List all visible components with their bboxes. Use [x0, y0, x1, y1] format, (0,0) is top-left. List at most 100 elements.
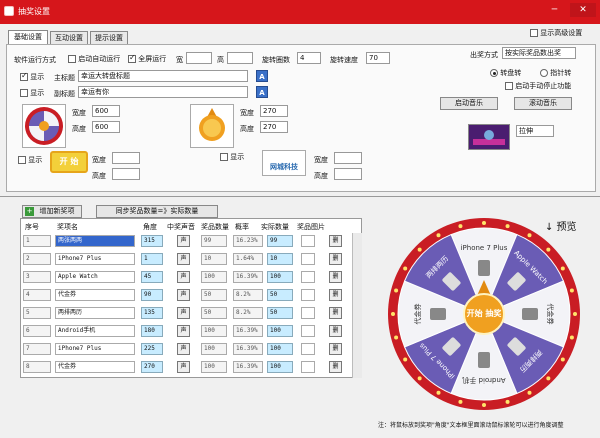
radio-icon[interactable] — [490, 69, 498, 77]
wheel-width-input[interactable]: 600 — [92, 105, 120, 117]
angle-input[interactable]: 90 — [141, 289, 163, 301]
prize-name-input[interactable]: 两排两历 — [55, 307, 135, 319]
actual-quantity-input[interactable]: 100 — [267, 271, 293, 283]
radio-icon[interactable] — [540, 69, 548, 77]
minimize-button[interactable]: ─ — [546, 3, 563, 17]
prize-name-input[interactable]: Apple Watch — [55, 271, 135, 283]
sound-button[interactable]: 声 — [177, 289, 190, 301]
prize-image-slot[interactable] — [301, 361, 315, 373]
delete-button[interactable]: 删 — [329, 307, 342, 319]
prize-name-input[interactable]: 两张两两 — [55, 235, 135, 247]
fullscreen-checkbox[interactable]: 全屏运行 — [128, 53, 166, 64]
prize-image-slot[interactable] — [301, 253, 315, 265]
prize-image-slot[interactable] — [301, 289, 315, 301]
angle-input[interactable]: 1 — [141, 253, 163, 265]
checkbox-icon[interactable] — [128, 53, 136, 63]
quantity-input[interactable]: 50 — [201, 289, 227, 301]
delete-button[interactable]: 删 — [329, 271, 342, 283]
width-input[interactable] — [186, 52, 212, 64]
main-title-show-checkbox[interactable]: 显示 — [20, 71, 44, 82]
actual-quantity-input[interactable]: 99 — [267, 235, 293, 247]
sound-button[interactable]: 声 — [177, 325, 190, 337]
delete-button[interactable]: 删 — [329, 235, 342, 247]
angle-input[interactable]: 315 — [141, 235, 163, 247]
quantity-input[interactable]: 100 — [201, 343, 227, 355]
output-mode-select[interactable]: 按实际奖品数出奖 — [502, 47, 576, 59]
delete-button[interactable]: 删 — [329, 343, 342, 355]
prize-image-slot[interactable] — [301, 307, 315, 319]
main-title-font-button[interactable]: A — [256, 70, 268, 82]
actual-quantity-input[interactable]: 100 — [267, 325, 293, 337]
logo-width-input[interactable] — [334, 152, 362, 164]
background-image-thumbnail[interactable] — [468, 124, 510, 150]
prize-name-input[interactable]: 代金券 — [55, 361, 135, 373]
main-title-input[interactable]: 幸运大转盘标题 — [78, 70, 248, 82]
checkbox-icon[interactable] — [20, 89, 28, 97]
actual-quantity-input[interactable]: 10 — [267, 253, 293, 265]
sound-button[interactable]: 声 — [177, 271, 190, 283]
delete-button[interactable]: 删 — [329, 289, 342, 301]
angle-input[interactable]: 45 — [141, 271, 163, 283]
tab-interactive[interactable]: 互动设置 — [50, 31, 88, 45]
turntable-radio[interactable]: 转盘转 — [490, 68, 521, 78]
pointer-width-input[interactable]: 270 — [260, 105, 288, 117]
angle-input[interactable]: 180 — [141, 325, 163, 337]
tab-tips[interactable]: 提示设置 — [90, 31, 128, 45]
prize-name-input[interactable]: 代金券 — [55, 289, 135, 301]
prize-name-input[interactable]: Android手机 — [55, 325, 135, 337]
angle-input[interactable]: 135 — [141, 307, 163, 319]
start-width-input[interactable] — [112, 152, 140, 164]
vertical-scrollbar[interactable] — [352, 233, 362, 378]
pointer-radio[interactable]: 指针转 — [540, 68, 571, 78]
add-prize-button[interactable]: + 增加新奖项 — [22, 205, 82, 218]
angle-input[interactable]: 270 — [141, 361, 163, 373]
actual-quantity-input[interactable]: 100 — [267, 361, 293, 373]
sub-title-font-button[interactable]: A — [256, 86, 268, 98]
speed-input[interactable]: 70 — [366, 52, 390, 64]
prize-image-slot[interactable] — [301, 271, 315, 283]
start-button-image[interactable]: 开 始 — [50, 151, 88, 173]
logo-height-input[interactable] — [334, 168, 362, 180]
quantity-input[interactable]: 99 — [201, 235, 227, 247]
quantity-input[interactable]: 100 — [201, 361, 227, 373]
spins-input[interactable]: 4 — [297, 52, 321, 64]
close-button[interactable]: ✕ — [570, 3, 596, 17]
delete-button[interactable]: 删 — [329, 325, 342, 337]
sync-quantity-button[interactable]: 同步奖品数量=》实际数量 — [96, 205, 218, 218]
sound-button[interactable]: 声 — [177, 253, 190, 265]
sub-title-input[interactable]: 幸运有你 — [78, 86, 248, 98]
advanced-settings-checkbox[interactable]: 显示高级设置 — [530, 28, 582, 38]
logo-show-checkbox[interactable]: 显示 — [220, 152, 244, 162]
sound-button[interactable]: 声 — [177, 235, 190, 247]
checkbox-icon[interactable] — [530, 29, 538, 37]
sound-button[interactable]: 声 — [177, 307, 190, 319]
prize-image-slot[interactable] — [301, 343, 315, 355]
pointer-image-thumbnail[interactable] — [190, 104, 234, 148]
manual-stop-checkbox[interactable]: 启动手动停止功能 — [505, 81, 571, 91]
height-input[interactable] — [227, 52, 253, 64]
delete-button[interactable]: 删 — [329, 361, 342, 373]
scroll-music-button[interactable]: 滚动音乐 — [514, 97, 572, 110]
checkbox-icon[interactable] — [68, 55, 76, 63]
sub-title-show-checkbox[interactable]: 显示 — [20, 88, 44, 98]
prize-name-input[interactable]: iPhone7 Plus — [55, 253, 135, 265]
prize-name-input[interactable]: iPhone7 Plus — [55, 343, 135, 355]
prize-image-slot[interactable] — [301, 235, 315, 247]
angle-input[interactable]: 225 — [141, 343, 163, 355]
checkbox-icon[interactable] — [18, 156, 26, 164]
start-height-input[interactable] — [112, 168, 140, 180]
checkbox-icon[interactable] — [220, 153, 228, 161]
actual-quantity-input[interactable]: 100 — [267, 343, 293, 355]
quantity-input[interactable]: 100 — [201, 271, 227, 283]
tab-basic[interactable]: 基础设置 — [8, 30, 48, 45]
quantity-input[interactable]: 10 — [201, 253, 227, 265]
actual-quantity-input[interactable]: 50 — [267, 289, 293, 301]
checkbox-icon[interactable] — [20, 71, 28, 81]
start-button-show-checkbox[interactable]: 显示 — [18, 155, 42, 165]
stretch-select[interactable]: 拉伸 — [516, 125, 554, 137]
quantity-input[interactable]: 50 — [201, 307, 227, 319]
actual-quantity-input[interactable]: 50 — [267, 307, 293, 319]
auto-run-checkbox[interactable]: 启动自动运行 — [68, 54, 120, 64]
sound-button[interactable]: 声 — [177, 343, 190, 355]
start-music-button[interactable]: 启动音乐 — [440, 97, 498, 110]
